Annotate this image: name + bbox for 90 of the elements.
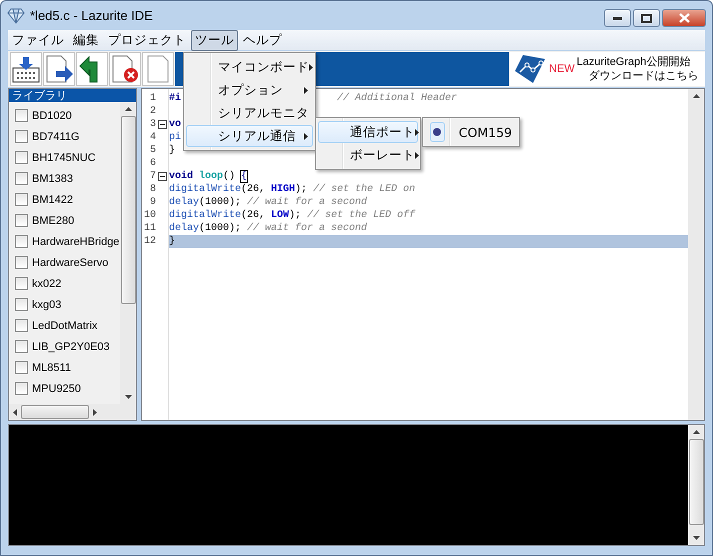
menu-item[interactable]: 編集 <box>69 30 103 50</box>
checkbox[interactable] <box>15 298 28 311</box>
checkbox[interactable] <box>15 340 28 353</box>
line-number: 4 <box>150 131 156 144</box>
banner-headline: LazuriteGraph公開開始 <box>576 55 692 69</box>
new-label: NEW <box>549 63 575 75</box>
line-number: 6 <box>150 157 156 170</box>
graph-logo-icon <box>513 53 547 85</box>
checkbox[interactable] <box>15 193 28 206</box>
checkbox[interactable] <box>15 109 28 122</box>
collapse-icon[interactable] <box>158 120 167 129</box>
checkbox[interactable] <box>15 130 28 143</box>
line-number: 7 <box>150 170 156 183</box>
menu-item[interactable]: ツール <box>191 30 238 50</box>
menu-item[interactable]: シリアルモニタ <box>186 102 313 124</box>
code-line: delay(1000); // wait for a second <box>169 223 368 234</box>
code-line: delay(1000); // wait for a second <box>169 197 368 208</box>
code-line: } <box>169 145 176 156</box>
banner-link[interactable]: ダウンロードはこちら <box>576 69 699 83</box>
line-number: 9 <box>150 196 156 209</box>
horizontal-scrollbar[interactable] <box>9 404 136 420</box>
code-line: vo <box>169 119 182 130</box>
menu-item[interactable]: オプション <box>186 79 313 101</box>
library-item[interactable]: BD7411G <box>32 130 80 142</box>
close-icon <box>678 13 690 23</box>
checkbox[interactable] <box>15 277 28 290</box>
library-item[interactable]: LedDotMatrix <box>32 320 98 332</box>
code-line: } <box>169 236 176 247</box>
blank-page-icon[interactable] <box>142 52 174 86</box>
menu-item[interactable]: シリアル通信 <box>186 125 313 147</box>
line-number: 10 <box>144 209 156 222</box>
menu-item[interactable]: ヘルプ <box>239 30 286 50</box>
line-number: 1 <box>150 92 156 105</box>
code-line: digitalWrite(26, HIGH); // set the LED on <box>169 184 416 195</box>
collapse-icon[interactable] <box>158 172 167 181</box>
line-number: 5 <box>150 144 156 157</box>
checkbox[interactable] <box>15 382 28 395</box>
checkbox[interactable] <box>15 172 28 185</box>
library-item[interactable]: ML8511 <box>32 362 71 374</box>
checkbox[interactable] <box>15 151 28 164</box>
code-line: pi <box>169 132 182 143</box>
file-delete-icon[interactable] <box>109 52 141 86</box>
maximize-icon <box>641 14 652 22</box>
line-number: 2 <box>150 105 156 118</box>
panel-title: ライブラリ <box>9 89 136 102</box>
minimize-button[interactable] <box>604 9 631 27</box>
right-arrow-icon[interactable] <box>93 408 97 416</box>
minimize-icon <box>612 16 622 20</box>
up-arrow-icon[interactable] <box>124 107 132 111</box>
library-item[interactable]: MPU9250 <box>32 382 81 394</box>
library-item[interactable]: HardwareHBridge <box>32 236 120 248</box>
down-arrow-icon[interactable] <box>124 395 132 399</box>
library-item[interactable]: BM1383 <box>32 172 73 184</box>
down-arrow-icon[interactable] <box>692 536 700 540</box>
line-number: 11 <box>144 222 156 235</box>
code-line: digitalWrite(26, LOW); // set the LED off <box>169 210 416 221</box>
checkbox[interactable] <box>15 319 28 332</box>
library-item[interactable]: HardwareServo <box>32 256 108 268</box>
library-item[interactable]: BM1422 <box>32 194 73 206</box>
menu-item[interactable]: マイコンボード <box>186 56 313 78</box>
checkbox[interactable] <box>15 214 28 227</box>
menu-item[interactable]: プロジェクト <box>104 30 190 50</box>
library-item[interactable]: LIB_GP2Y0E03 <box>32 340 110 352</box>
line-number: 3 <box>150 118 156 131</box>
diamond-icon <box>7 8 25 24</box>
maximize-button[interactable] <box>633 9 660 27</box>
code-line: void loop() { <box>169 171 248 182</box>
scrollbar[interactable] <box>120 102 136 404</box>
menu-item[interactable]: COM159 <box>425 121 517 143</box>
menu-item[interactable]: ファイル <box>8 30 68 50</box>
menu-item[interactable]: ボーレート <box>318 144 418 166</box>
left-arrow-icon[interactable] <box>13 408 17 416</box>
scrollbar[interactable] <box>688 425 704 545</box>
close-button[interactable] <box>662 9 706 27</box>
line-number: 12 <box>144 235 156 248</box>
up-arrow-icon[interactable] <box>692 94 700 98</box>
library-item[interactable]: BH1745NUC <box>32 152 96 164</box>
window-title: *led5.c - Lazurite IDE <box>30 8 153 23</box>
library-item[interactable]: BD1020 <box>32 110 72 122</box>
library-item[interactable]: kxg03 <box>32 298 62 310</box>
menu-item[interactable]: 通信ポート <box>318 121 418 143</box>
checkbox[interactable] <box>15 256 28 269</box>
up-arrow-icon[interactable] <box>692 430 700 434</box>
upload-icon[interactable] <box>10 52 42 86</box>
checkbox[interactable] <box>15 235 28 248</box>
line-number: 8 <box>150 183 156 196</box>
library-item[interactable]: kx022 <box>32 278 62 290</box>
library-item[interactable]: BME280 <box>32 214 74 226</box>
checkbox[interactable] <box>15 361 28 374</box>
scrollbar[interactable] <box>688 89 704 420</box>
